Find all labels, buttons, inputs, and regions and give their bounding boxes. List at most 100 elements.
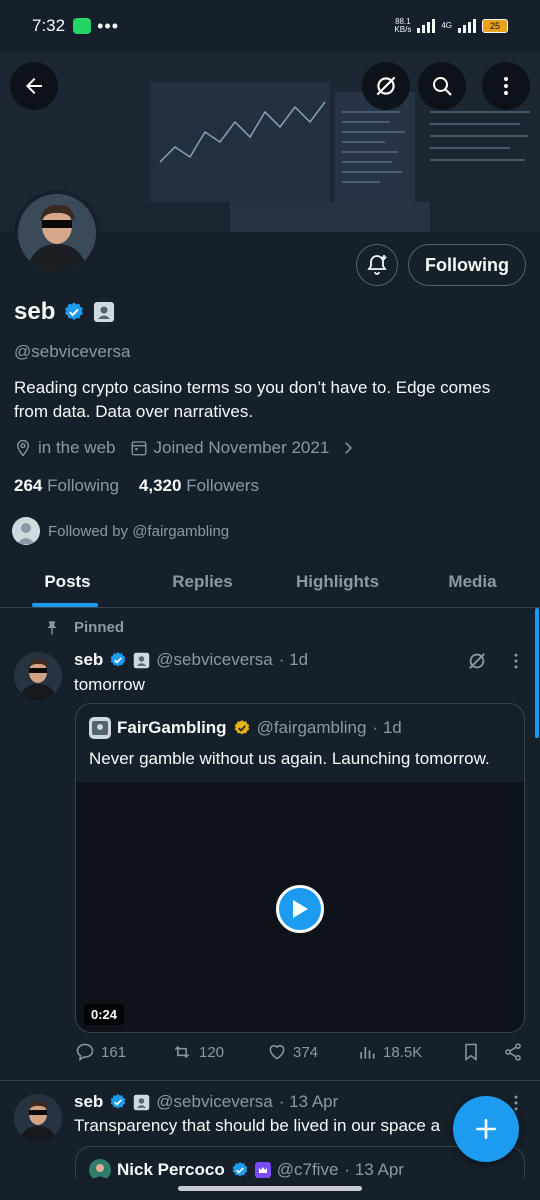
tab-replies[interactable]: Replies — [135, 556, 270, 607]
post-text: Transparency that should be lived in our… — [74, 1116, 441, 1135]
chevron-right-icon[interactable] — [339, 439, 357, 457]
post-author-name[interactable]: seb — [74, 650, 103, 670]
network-speed: 88.1 KB/s — [394, 18, 411, 34]
search-icon — [433, 77, 452, 96]
following-button[interactable]: Following — [408, 244, 526, 286]
more-vertical-icon — [504, 77, 508, 95]
plus-icon — [476, 1119, 496, 1139]
search-button[interactable] — [418, 62, 466, 110]
network-speed-unit: KB/s — [394, 25, 412, 34]
display-name: seb — [14, 298, 56, 325]
post-time: · 1d — [278, 650, 309, 669]
post-header: seb @sebviceversa · 13 Apr — [74, 1092, 338, 1112]
compose-post-button[interactable] — [453, 1096, 519, 1162]
profile-meta: in the web Joined November 2021 — [14, 438, 357, 458]
calendar-icon — [131, 441, 146, 456]
video-player[interactable]: 0:24 — [76, 782, 524, 1032]
verified-gold-badge-icon — [234, 720, 249, 735]
quoted-post-header: FairGambling @fairgambling · 1d — [89, 717, 402, 739]
heart-icon — [269, 1045, 285, 1060]
pinned-indicator: Pinned — [44, 619, 124, 636]
profile-joined: Joined November 2021 — [153, 438, 330, 457]
quoted-author-handle: @c7five — [276, 1160, 339, 1179]
back-button[interactable] — [10, 62, 58, 110]
affiliate-badge-icon — [134, 1094, 150, 1110]
location-pin-icon — [17, 439, 29, 457]
post-time: · 13 Apr — [278, 1092, 339, 1111]
verified-badge-icon[interactable] — [63, 301, 85, 323]
post-avatar-illustration — [14, 1094, 62, 1142]
grok-icon[interactable] — [466, 650, 488, 672]
profile-handle: @sebviceversa — [14, 342, 131, 361]
grok-icon — [376, 76, 396, 96]
post-avatar-illustration — [14, 652, 62, 700]
network-type: 4G — [441, 21, 452, 30]
quoted-author-name: FairGambling — [117, 718, 227, 737]
followed-by-avatar — [12, 517, 40, 545]
following-stat[interactable]: 264 Following — [14, 476, 119, 496]
followers-stat[interactable]: 4,320 Followers — [139, 476, 259, 496]
like-button[interactable]: 374 — [267, 1042, 357, 1062]
post-author-avatar[interactable] — [14, 652, 62, 700]
scrollbar[interactable] — [535, 608, 539, 738]
verified-badge-icon — [111, 1094, 126, 1109]
post-author-name[interactable]: seb — [74, 1092, 103, 1112]
followers-count: 4,320 — [138, 476, 182, 495]
post-author-handle: @sebviceversa — [156, 650, 273, 669]
verified-badge-icon — [111, 652, 126, 667]
more-notifications-icon: ••• — [97, 15, 119, 36]
bookmark-icon[interactable] — [461, 1042, 481, 1062]
cell-signal-icon — [458, 19, 476, 33]
followed-by-text: Followed by @fairgambling — [48, 522, 230, 540]
post-divider — [0, 1080, 540, 1081]
grok-button[interactable] — [362, 62, 410, 110]
message-notification-icon — [73, 18, 92, 34]
post-more-icon[interactable] — [506, 651, 526, 671]
like-count: 374 — [293, 1043, 319, 1061]
status-bar: 7:32 ••• 88.1 KB/s 4G 25 — [0, 0, 540, 52]
followed-by-avatar-icon — [12, 517, 40, 545]
arrow-left-icon — [26, 78, 42, 94]
quoted-author-name: Nick Percoco — [117, 1160, 225, 1179]
followed-by-row[interactable]: Followed by @fairgambling — [12, 517, 229, 545]
quoted-post[interactable]: FairGambling @fairgambling · 1d Never ga… — [75, 703, 525, 1033]
notifications-bell-button[interactable] — [356, 244, 398, 286]
tab-highlights[interactable]: Highlights — [270, 556, 405, 607]
pin-icon — [47, 620, 57, 635]
views-icon — [360, 1047, 375, 1059]
views-button[interactable]: 18.5K — [357, 1042, 459, 1062]
profile-tabs: Posts Replies Highlights Media — [0, 556, 540, 608]
share-icon[interactable] — [503, 1042, 523, 1062]
affiliate-badge-icon — [134, 652, 150, 668]
profile-avatar[interactable] — [14, 190, 100, 276]
post-text: tomorrow — [74, 675, 145, 694]
post-author-handle: @sebviceversa — [156, 1092, 273, 1111]
repost-button[interactable]: 120 — [171, 1042, 267, 1062]
reply-icon — [76, 1043, 94, 1062]
quoted-author-avatar — [89, 717, 111, 739]
post-author-avatar[interactable] — [14, 1094, 62, 1142]
profile-location: in the web — [38, 438, 116, 457]
battery-icon: 25 — [482, 19, 508, 33]
pinned-label: Pinned — [74, 619, 125, 636]
profile-stats: 264 Following 4,320 Followers — [14, 476, 259, 496]
video-duration: 0:24 — [84, 1004, 125, 1025]
status-time: 7:32 — [32, 16, 66, 35]
tab-posts[interactable]: Posts — [0, 556, 135, 607]
quoted-post-time: · 1d — [372, 718, 402, 737]
home-indicator[interactable] — [178, 1186, 362, 1191]
quoted-author-handle: @fairgambling — [256, 718, 367, 737]
verified-badge-icon — [232, 1162, 248, 1177]
affiliate-badge-icon[interactable] — [93, 301, 115, 323]
tab-media[interactable]: Media — [405, 556, 540, 607]
avatar-illustration — [18, 194, 96, 272]
affiliate-org-badge-icon — [254, 1162, 271, 1178]
quoted-post-text: Never gamble without us again. Launching… — [89, 749, 490, 768]
reply-button[interactable]: 161 — [75, 1042, 171, 1062]
play-button[interactable] — [276, 885, 324, 933]
play-icon — [293, 900, 308, 918]
more-options-button[interactable] — [482, 62, 530, 110]
post-header: seb @sebviceversa · 1d — [74, 650, 308, 670]
bell-plus-icon — [367, 255, 387, 275]
following-count: 264 — [14, 476, 43, 495]
